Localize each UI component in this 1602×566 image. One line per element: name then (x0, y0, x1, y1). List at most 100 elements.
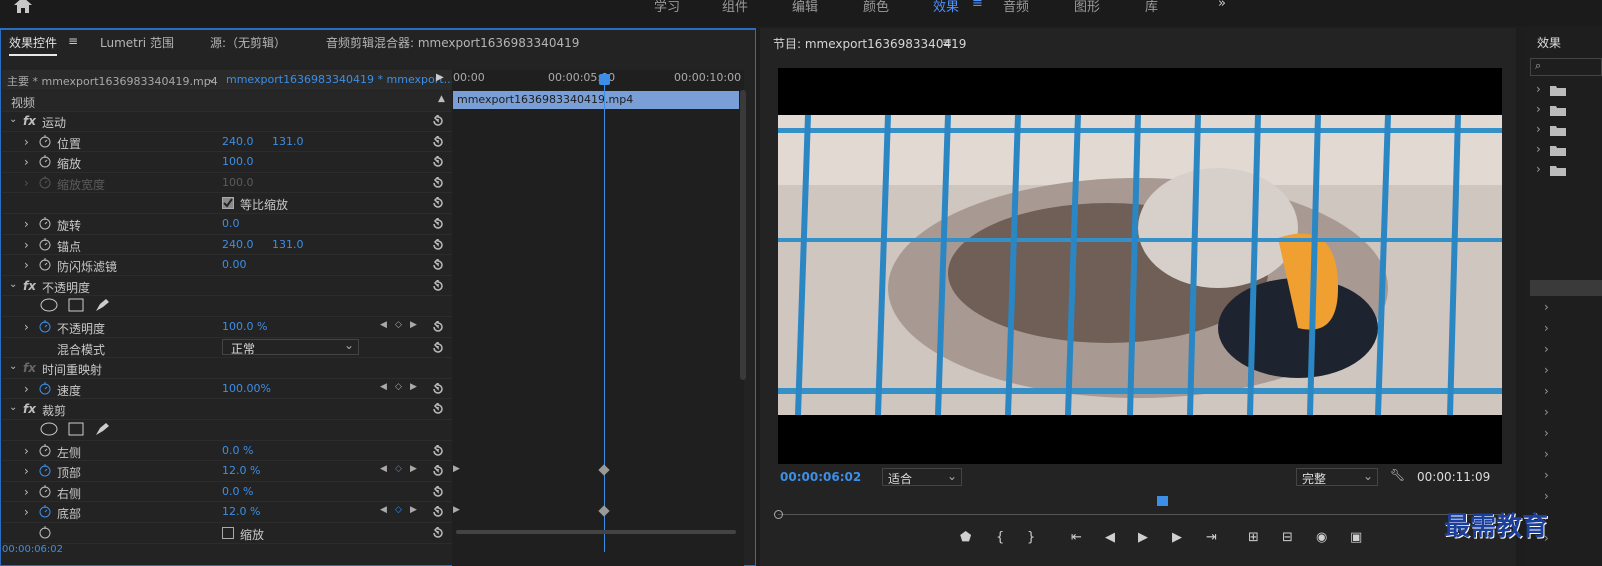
next-keyframe-icon[interactable]: ▶ (410, 464, 417, 474)
zoom-bar[interactable] (456, 530, 736, 534)
chevron-down-icon[interactable]: ⌄ (9, 402, 17, 413)
stopwatch-icon[interactable] (39, 175, 51, 189)
stopwatch-icon[interactable] (39, 463, 51, 477)
tab-audio-clip-mixer[interactable]: 音频剪辑混合器: mmexport1636983340419 (326, 34, 579, 51)
property-value[interactable]: 240.0 (222, 135, 254, 148)
checkbox[interactable] (222, 527, 234, 539)
reset-icon[interactable] (431, 259, 444, 271)
chevron-right-icon[interactable]: › (24, 320, 29, 334)
quality-select[interactable]: 完整 ⌄ (1296, 468, 1378, 486)
chevron-right-icon[interactable]: › (1544, 363, 1549, 377)
chevron-right-icon[interactable]: › (24, 217, 29, 231)
reset-icon[interactable] (431, 321, 444, 333)
effect-row[interactable]: › 位置 240.0 131.0 (2, 132, 452, 153)
prev-keyframe-icon[interactable]: ◀ (380, 464, 387, 474)
chevron-right-icon[interactable]: › (24, 382, 29, 396)
add-keyframe-icon[interactable]: ◇ (395, 382, 402, 392)
prev-keyframe-icon[interactable]: ◀ (380, 382, 387, 392)
add-keyframe-icon[interactable]: ◇ (395, 464, 402, 474)
property-value[interactable]: 0.0 (222, 217, 240, 230)
chevron-right-icon[interactable]: › (24, 464, 29, 478)
chevron-right-icon[interactable]: › (1544, 300, 1549, 314)
property-value-2[interactable]: 131.0 (272, 238, 304, 251)
chevron-right-icon[interactable]: › (24, 444, 29, 458)
effect-row[interactable]: ⌄ fx 时间重映射 (2, 358, 452, 379)
extract-icon[interactable]: ⊟ (1282, 530, 1293, 545)
chevron-right-icon[interactable]: › (1544, 489, 1549, 503)
folder-icon[interactable] (1550, 144, 1566, 156)
workspace-tab-3[interactable]: 颜色 (863, 0, 889, 15)
next-keyframe-icon[interactable]: ▶ (410, 382, 417, 392)
chevron-right-icon[interactable]: › (1544, 405, 1549, 419)
add-keyframe-icon[interactable]: ◇ (395, 505, 402, 515)
chevron-right-icon[interactable]: › (24, 135, 29, 149)
prev-keyframe-icon[interactable]: ◀ (380, 320, 387, 330)
property-value[interactable]: 12.0 % (222, 464, 260, 477)
workspace-tab-7[interactable]: 库 (1145, 0, 1158, 15)
keyframe-nav-icon[interactable]: ▶ (453, 505, 460, 515)
effect-row[interactable] (2, 420, 452, 441)
folder-icon[interactable] (1550, 124, 1566, 136)
bottom-timecode[interactable]: 00:00:06:02 (2, 544, 63, 555)
program-menu-icon[interactable]: ≡ (942, 35, 952, 49)
playhead-line[interactable] (604, 76, 605, 552)
stopwatch-icon[interactable] (39, 525, 51, 539)
program-title[interactable]: 节目: mmexport1636983340419 (773, 35, 966, 52)
property-value[interactable]: 100.0 (222, 155, 254, 168)
fx-icon[interactable]: fx (23, 279, 36, 293)
fx-icon[interactable]: fx (23, 361, 36, 375)
ellipse-mask-icon[interactable] (40, 422, 58, 436)
selected-effect-row[interactable] (1530, 280, 1602, 296)
stopwatch-icon[interactable] (39, 319, 51, 333)
reset-icon[interactable] (431, 156, 444, 168)
master-clip-label[interactable]: 主要 * mmexport1636983340419.mp4 (7, 73, 218, 89)
stopwatch-icon[interactable] (39, 484, 51, 498)
chevron-right-icon[interactable]: › (24, 258, 29, 272)
chevron-right-icon[interactable]: › (24, 485, 29, 499)
more-workspaces-icon[interactable]: » (1218, 0, 1226, 11)
panel-menu-icon[interactable]: ≡ (68, 34, 78, 48)
camera-icon[interactable]: ◉ (1316, 530, 1327, 545)
property-value[interactable]: 0.0 % (222, 444, 253, 457)
clip-bar[interactable]: mmexport1636983340419.mp4 (453, 91, 739, 109)
workspace-tab-2[interactable]: 编辑 (792, 0, 818, 15)
tab-lumetri-scopes[interactable]: Lumetri 范围 (100, 34, 174, 51)
scrollbar[interactable] (740, 90, 746, 380)
chevron-down-icon[interactable]: ⌄ (9, 361, 17, 372)
mark-in-icon[interactable]: { (996, 530, 1004, 545)
chevron-right-icon[interactable]: › (24, 176, 29, 190)
chevron-right-icon[interactable]: › (1544, 342, 1549, 356)
play-icon[interactable]: ▶ (1138, 530, 1148, 545)
reset-icon[interactable] (431, 506, 444, 518)
property-value[interactable]: 0.00 (222, 258, 247, 271)
fx-icon[interactable]: fx (23, 402, 36, 416)
chevron-right-icon[interactable]: › (1536, 122, 1541, 136)
chevron-right-icon[interactable]: › (1536, 142, 1541, 156)
folder-icon[interactable] (1550, 84, 1566, 96)
property-value[interactable]: 12.0 % (222, 505, 260, 518)
pen-mask-icon[interactable] (94, 422, 110, 436)
property-value-2[interactable]: 131.0 (272, 135, 304, 148)
property-value[interactable]: 0.0 % (222, 485, 253, 498)
chevron-right-icon[interactable]: › (1536, 162, 1541, 176)
effects-search-input[interactable]: ⌕ (1530, 58, 1602, 76)
reset-icon[interactable] (431, 485, 444, 498)
workspace-tab-0[interactable]: 学习 (654, 0, 680, 15)
effect-row[interactable]: 缩放 (2, 523, 452, 544)
reset-icon[interactable] (431, 403, 444, 415)
chevron-down-icon[interactable]: ⌄ (207, 72, 216, 85)
property-value[interactable]: 100.00% (222, 382, 271, 395)
reset-icon[interactable] (431, 115, 444, 127)
chevron-right-icon[interactable]: › (1544, 384, 1549, 398)
video-frame[interactable] (778, 68, 1502, 464)
effect-row[interactable]: ⌄ fx 裁剪 (2, 399, 452, 420)
effect-row[interactable]: › 底部 12.0 % ◀ ◇ ▶ (2, 502, 452, 523)
wrench-icon[interactable]: 🔧︎ (1390, 468, 1405, 482)
add-keyframe-icon[interactable]: ◇ (395, 320, 402, 330)
chevron-down-icon[interactable]: ⌄ (9, 114, 17, 125)
rect-mask-icon[interactable] (68, 422, 84, 436)
property-value[interactable]: 100.0 % (222, 320, 267, 333)
workspace-tab-4[interactable]: 效果 (933, 0, 959, 15)
tab-source[interactable]: 源:（无剪辑） (210, 34, 286, 51)
effects-panel-title[interactable]: 效果 (1537, 34, 1561, 51)
